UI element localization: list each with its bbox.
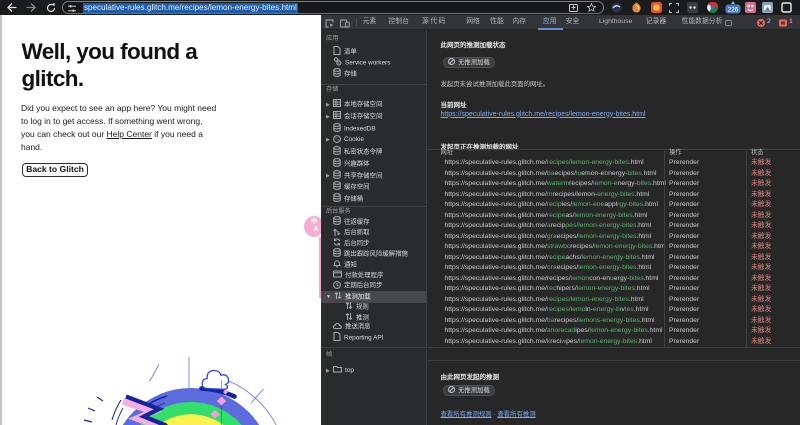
svg-text:226: 226 (728, 7, 739, 14)
